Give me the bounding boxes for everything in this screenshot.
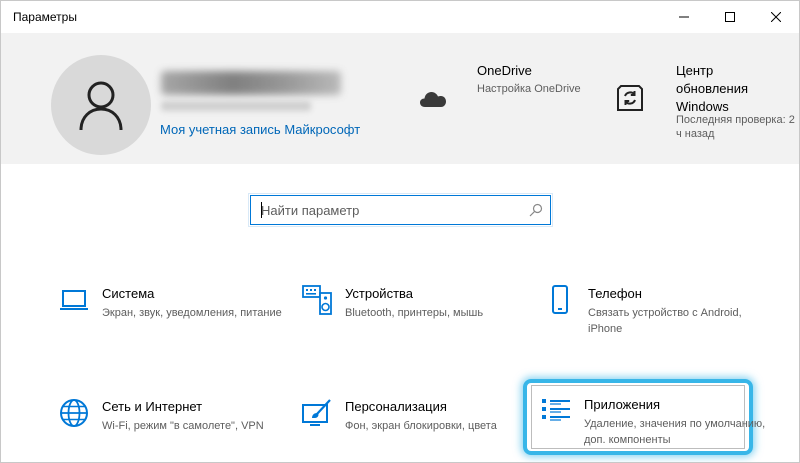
cloud-icon xyxy=(420,92,446,107)
laptop-icon xyxy=(57,283,91,317)
globe-icon xyxy=(57,396,91,430)
category-description: Bluetooth, принтеры, мышь xyxy=(345,307,484,319)
category-name: Телефон xyxy=(588,286,642,301)
category-personalization[interactable]: Персонализация Фон, экран блокировки, цв… xyxy=(300,396,530,462)
onedrive-title[interactable]: OneDrive xyxy=(477,62,532,80)
windows-update-subtitle: Последняя проверка: 2 ч назад xyxy=(676,114,795,140)
search-icon xyxy=(529,203,543,217)
windows-update-button[interactable] xyxy=(613,81,647,115)
category-name: Устройства xyxy=(345,286,414,301)
category-phone[interactable]: Телефон Связать устройство с Android, iP… xyxy=(543,283,773,353)
apps-list-icon xyxy=(539,394,573,428)
category-system[interactable]: Система Экран, звук, уведомления, питани… xyxy=(57,283,287,353)
user-email-blurred xyxy=(161,101,311,111)
onedrive-subtitle: Настройка OneDrive xyxy=(477,83,581,95)
keyboard-speaker-icon xyxy=(300,283,334,317)
category-name: Персонализация xyxy=(345,399,447,414)
avatar[interactable] xyxy=(51,55,151,155)
category-description: Удаление, значения по умолчанию, доп. ко… xyxy=(584,418,766,446)
microsoft-account-link[interactable]: Моя учетная запись Майкрософт xyxy=(160,122,360,137)
category-name: Сеть и Интернет xyxy=(102,399,203,414)
windows-update-title[interactable]: Центр обновления Windows xyxy=(676,62,766,116)
category-network[interactable]: Сеть и Интернет Wi-Fi, режим "в самолете… xyxy=(57,396,287,462)
close-icon xyxy=(771,12,781,22)
category-description: Фон, экран блокировки, цвета xyxy=(345,420,497,432)
account-header: Моя учетная запись Майкрософт OneDrive Н… xyxy=(1,33,799,164)
category-name: Система xyxy=(102,286,155,301)
category-description: Экран, звук, уведомления, питание xyxy=(102,307,282,319)
title-bar: Параметры xyxy=(1,1,799,33)
user-name-blurred xyxy=(161,71,341,95)
window-title: Параметры xyxy=(13,10,77,24)
category-description: Wi-Fi, режим "в самолете", VPN xyxy=(102,420,264,432)
category-devices[interactable]: Устройства Bluetooth, принтеры, мышь xyxy=(300,283,530,353)
category-name: Приложения xyxy=(584,397,661,412)
minimize-icon xyxy=(679,16,689,18)
minimize-button[interactable] xyxy=(661,1,707,33)
search-box[interactable] xyxy=(248,193,553,227)
paint-brush-icon xyxy=(300,396,334,430)
phone-icon xyxy=(543,283,577,317)
settings-window: Параметры Моя учетная запись Майкрософт … xyxy=(0,0,800,463)
maximize-icon xyxy=(725,12,735,22)
onedrive-button[interactable] xyxy=(413,83,453,115)
sync-icon xyxy=(617,85,643,111)
close-button[interactable] xyxy=(753,1,799,33)
search-input[interactable] xyxy=(251,196,521,224)
user-icon xyxy=(79,81,123,131)
category-description: Связать устройство с Android, iPhone xyxy=(588,307,742,335)
search-button[interactable] xyxy=(528,202,544,218)
category-apps[interactable]: Приложения Удаление, значения по умолчан… xyxy=(539,394,769,462)
maximize-button[interactable] xyxy=(707,1,753,33)
